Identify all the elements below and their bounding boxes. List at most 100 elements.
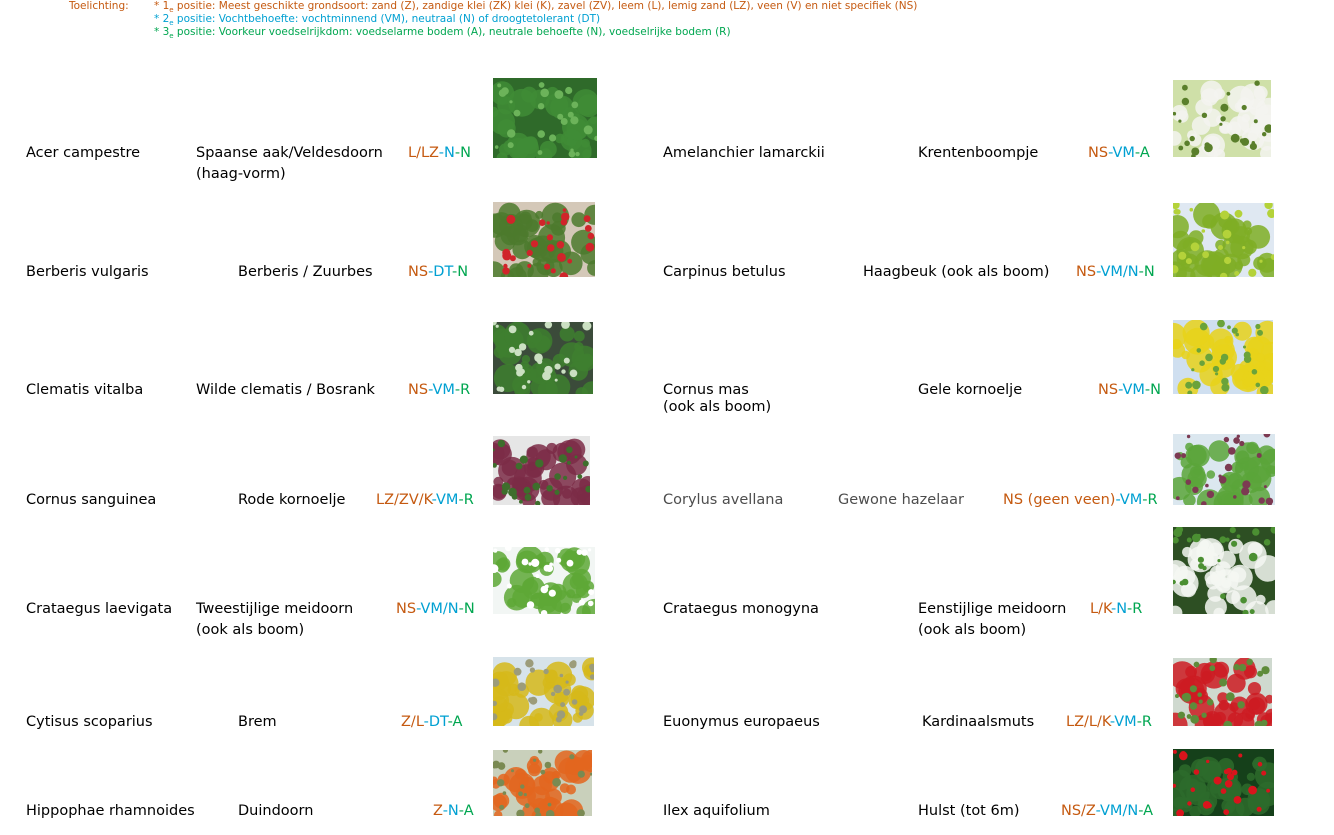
red-berry-shrub-photo [493,202,595,277]
white-blossom-tree-photo [1173,80,1271,157]
common-name: Wilde clematis / Bosrank [196,382,375,398]
latin-name: Crataegus laevigata [26,601,173,617]
code-soil: L/LZ [408,145,439,161]
code-moisture: VM [1122,382,1145,398]
code-moisture: N [447,803,459,819]
code-nutrient: R [463,492,474,508]
code-soil: Z/L [401,714,424,730]
common-name-note: (ook als boom) [918,622,1027,638]
code-nutrient: A [1139,145,1150,161]
common-name-note: (ook als boom) [196,622,305,638]
common-name: Spaanse aak/Veldesdoorn [196,145,383,161]
code-nutrient: N [1150,382,1161,398]
suitability-code: L/K-N-R [1090,599,1142,620]
common-name: Eenstijlige meidoorn [918,601,1067,617]
code-soil: NS [408,382,429,398]
code-moisture: VM/N [1100,264,1139,280]
common-name: Haagbeuk (ook als boom) [863,264,1050,280]
code-moisture: VM [436,492,459,508]
suitability-code: NS-VM-A [1088,143,1150,164]
hornbeam-hedge-photo [1173,203,1274,277]
code-moisture: VM/N [1100,803,1139,819]
hazel-garden-photo [1173,434,1275,505]
yellow-cornel-tree-photo [1173,320,1273,394]
code-soil: NS (geen veen) [1003,492,1116,508]
code-moisture: DT [428,714,448,730]
legend-line-3: * 3e positie: Voorkeur voedselrijkdom: v… [154,26,731,43]
suitability-code: NS-VM/N-N [396,599,475,620]
hedge-leaves-photo [493,78,597,158]
code-nutrient: N [1143,264,1155,280]
code-moisture: N [443,145,455,161]
latin-name: Crataegus monogyna [663,601,819,617]
code-soil: LZ/ZV/K [376,492,432,508]
hawthorn-bush-photo [493,547,595,614]
common-name: Rode kornoelje [238,492,346,508]
code-moisture: N [1116,601,1128,617]
code-nutrient: R [1141,714,1152,730]
code-moisture: DT [433,264,452,280]
latin-name: Acer campestre [26,145,141,161]
code-moisture: VM [1112,145,1135,161]
code-moisture: VM [1119,492,1143,508]
latin-name: Clematis vitalba [26,382,144,398]
latin-name: Euonymus europaeus [663,714,820,730]
code-nutrient: R [1132,601,1143,617]
common-name: Gewone hazelaar [838,492,964,508]
common-name: Hulst (tot 6m) [918,803,1020,819]
suitability-code: NS-VM-R [408,380,470,401]
legend-bullet: * 1 [154,0,170,12]
common-name: Duindoorn [238,803,314,819]
code-soil: Z [433,803,443,819]
code-soil: NS [408,264,429,280]
common-name: Krentenboompje [918,145,1039,161]
broom-shrub-photo [493,657,594,726]
suitability-code: NS-VM-N [1098,380,1161,401]
common-name: Brem [238,714,277,730]
common-name-note: (haag-vorm) [196,166,286,182]
suitability-code: Z-N-A [433,801,474,822]
spindle-shrub-photo [1173,658,1272,726]
suitability-code: Z/L-DT-A [401,712,462,733]
red-dogwood-photo [493,436,590,505]
code-moisture: VM [432,382,455,398]
common-name: Berberis / Zuurbes [238,264,373,280]
code-soil: NS [1098,382,1119,398]
legend-bullet: * 3 [154,26,170,38]
sea-buckthorn-photo [493,750,592,816]
code-soil: NS [1088,145,1109,161]
code-nutrient: R [460,382,471,398]
suitability-code: NS-VM/N-N [1076,262,1155,283]
latin-name: Carpinus betulus [663,264,786,280]
code-nutrient: N [457,264,469,280]
legend-text: positie: Vochtbehoefte: vochtminnend (VM… [173,13,601,25]
latin-name: Amelanchier lamarckii [663,145,825,161]
latin-name-note: (ook als boom) [663,399,772,415]
code-soil: NS [396,601,417,617]
code-moisture: VM/N [420,601,459,617]
legend-text: positie: Meest geschikte grondsoort: zan… [173,0,918,12]
legend-text: positie: Voorkeur voedselrijkdom: voedse… [173,26,731,38]
suitability-code: LZ/ZV/K-VM-R [376,490,474,511]
suitability-code: NS/Z-VM/N-A [1061,801,1153,822]
suitability-code: NS-DT-N [408,262,468,283]
holly-berries-photo [1173,749,1274,816]
legend-label: Toelichting: [69,0,129,12]
code-nutrient: N [463,601,475,617]
common-name: Kardinaalsmuts [922,714,1035,730]
latin-name: Cornus sanguinea [26,492,157,508]
code-nutrient: A [452,714,463,730]
code-soil: L/K [1090,601,1111,617]
clematis-shed-photo [493,322,593,394]
common-name: Gele kornoelje [918,382,1023,398]
code-moisture: VM [1114,714,1137,730]
latin-name: Hippophae rhamnoides [26,803,195,819]
latin-name: Corylus avellana [663,492,784,508]
code-nutrient: N [460,145,471,161]
latin-name: Cytisus scoparius [26,714,153,730]
latin-name: Berberis vulgaris [26,264,149,280]
code-nutrient: A [1143,803,1154,819]
suitability-code: LZ/L/K-VM-R [1066,712,1152,733]
common-name: Tweestijlige meidoorn [196,601,354,617]
code-nutrient: R [1147,492,1158,508]
